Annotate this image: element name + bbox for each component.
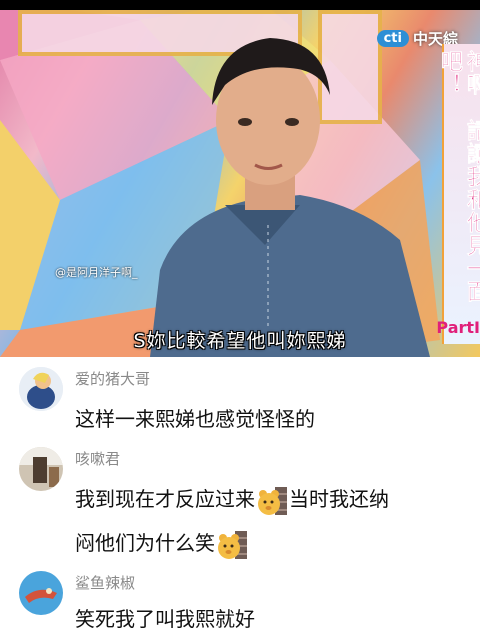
doge-bear-emoji-icon <box>217 529 247 561</box>
comment-text: 笑死我了叫我熙就好 <box>75 607 255 631</box>
comment-text-before-emoji: 我到现在才反应过来 <box>75 487 255 511</box>
comment-list: 爱的猪大哥 这样一来熙娣也感觉怪怪的 咳嗽君 我到现在才反应过来 当时我还纳 闷… <box>0 357 480 640</box>
avatar[interactable] <box>19 447 63 491</box>
doge-bear-emoji-icon <box>257 485 287 517</box>
comment-text-line-1: 我到现在才反应过来 当时我还纳 <box>75 477 389 521</box>
video-subtitle: S妳比較希望他叫妳熙娣 <box>133 330 347 352</box>
studio-background <box>0 0 440 357</box>
avatar-image <box>19 367 63 411</box>
comment-username[interactable]: 咳嗽君 <box>75 448 120 469</box>
watermark: @是阿月洋子啊_ <box>55 266 138 279</box>
avatar-image <box>19 571 63 615</box>
avatar-image <box>19 447 63 491</box>
comment-username[interactable]: 爱的猪大哥 <box>75 368 150 389</box>
avatar[interactable] <box>19 367 63 411</box>
comment-text-line-2: 闷他们为什么笑 <box>75 521 249 565</box>
video-frame[interactable]: cti 中天綜 神啊！請讓我和他見一面吧！ PartI @是阿月洋子啊_ S妳比… <box>0 0 480 357</box>
side-banner: 神啊！請讓我和他見一面吧！ <box>437 44 480 344</box>
channel-logo-badge: cti <box>376 30 409 47</box>
comment-text-line-2-text: 闷他们为什么笑 <box>75 531 215 555</box>
side-banner-text: 神啊！請讓我和他見一面吧！ <box>437 50 480 304</box>
avatar[interactable] <box>19 571 63 615</box>
top-bar <box>0 0 480 10</box>
comment-text-after-emoji: 当时我还纳 <box>289 487 389 511</box>
comment-username[interactable]: 鲨鱼辣椒 <box>75 572 135 593</box>
comment-text: 这样一来熙娣也感觉怪怪的 <box>75 407 315 431</box>
